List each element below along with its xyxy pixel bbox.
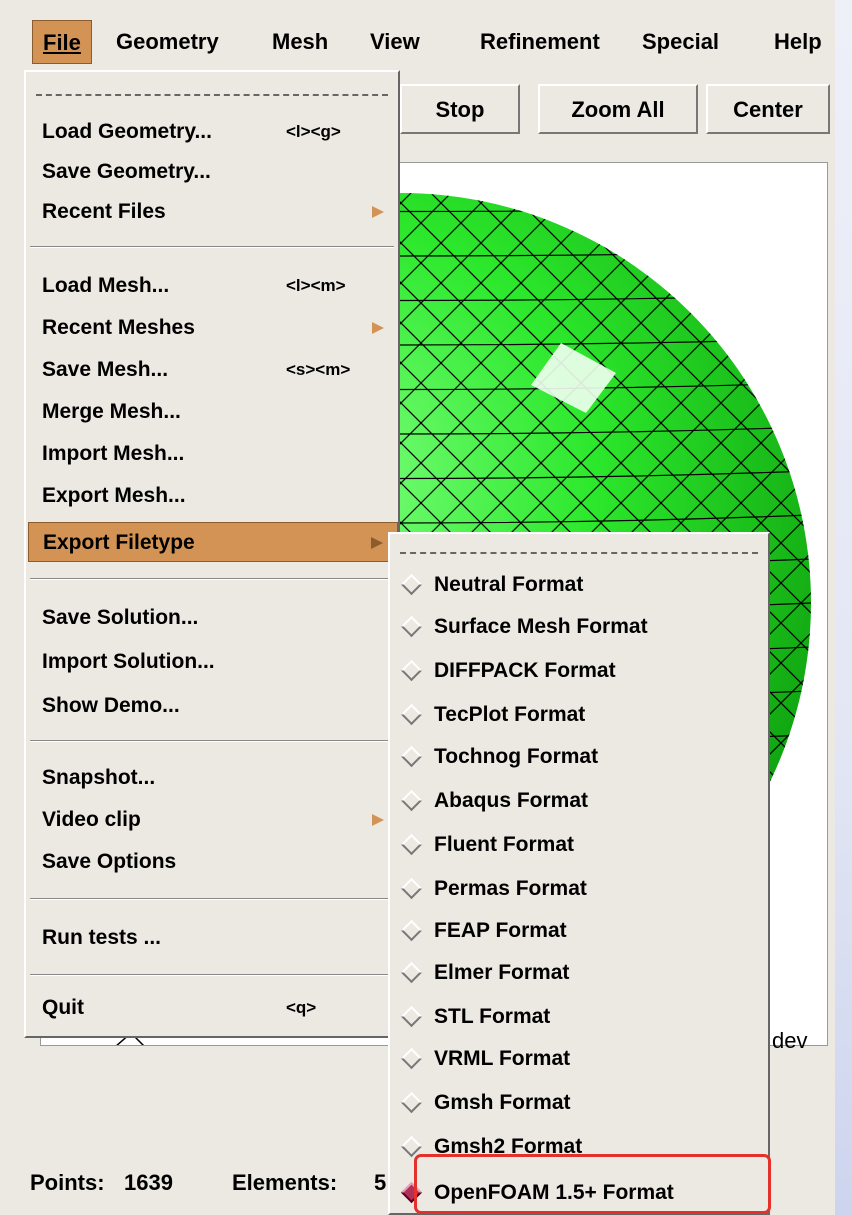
center-button[interactable]: Center bbox=[706, 84, 830, 134]
format-option-label: Abaqus Format bbox=[434, 789, 589, 812]
menu-item-export-mesh[interactable]: Export Mesh... bbox=[28, 476, 398, 516]
radio-icon bbox=[400, 659, 423, 682]
menu-item-recent-files[interactable]: Recent Files bbox=[28, 192, 398, 232]
format-option-label: Gmsh Format bbox=[434, 1091, 571, 1114]
menu-separator bbox=[30, 578, 394, 580]
format-option-label: Tochnog Format bbox=[434, 745, 599, 768]
radio-icon bbox=[400, 833, 423, 856]
menu-item-save-mesh[interactable]: Save Mesh... <s><m> bbox=[28, 350, 398, 390]
export-filetype-submenu: Neutral Format Surface Mesh Format DIFFPAC… bbox=[388, 532, 770, 1215]
zoom-all-button[interactable]: Zoom All bbox=[538, 84, 698, 134]
elements-label: Elements: bbox=[232, 1170, 338, 1195]
menu-special[interactable]: Special bbox=[632, 20, 729, 64]
format-option[interactable]: Abaqus Format bbox=[392, 780, 768, 822]
radio-icon bbox=[400, 919, 423, 942]
radio-icon bbox=[400, 877, 423, 900]
format-option-label: Elmer Format bbox=[434, 961, 570, 984]
menu-item-import-solution[interactable]: Import Solution... bbox=[28, 642, 398, 682]
format-option[interactable]: FEAP Format bbox=[392, 910, 768, 952]
format-option[interactable]: VRML Format bbox=[392, 1038, 768, 1080]
menu-separator bbox=[30, 974, 394, 976]
format-option-label: FEAP Format bbox=[434, 919, 567, 942]
viewport-corner-text: dev bbox=[772, 1028, 808, 1053]
format-option-label: VRML Format bbox=[434, 1047, 571, 1070]
netgen-window: File Geometry Mesh View Refinement Speci… bbox=[0, 0, 835, 1215]
submenu-arrow-icon bbox=[371, 537, 383, 549]
format-option[interactable]: Surface Mesh Format bbox=[392, 606, 768, 648]
menu-item-load-geometry[interactable]: Load Geometry... <l><g> bbox=[28, 112, 398, 152]
menu-refinement[interactable]: Refinement bbox=[470, 20, 610, 64]
radio-icon bbox=[400, 703, 423, 726]
format-option-label: Surface Mesh Format bbox=[434, 615, 648, 638]
menu-separator bbox=[30, 898, 394, 900]
format-option[interactable]: Permas Format bbox=[392, 868, 768, 910]
stop-button[interactable]: Stop bbox=[400, 84, 520, 134]
format-option[interactable]: TecPlot Format bbox=[392, 694, 768, 736]
submenu-arrow-icon bbox=[372, 814, 384, 826]
menubar: File Geometry Mesh View Refinement Speci… bbox=[0, 0, 835, 72]
selected-format-callout bbox=[414, 1154, 771, 1214]
menu-help[interactable]: Help bbox=[764, 20, 832, 64]
menu-item-merge-mesh[interactable]: Merge Mesh... bbox=[28, 392, 398, 432]
menu-separator bbox=[30, 246, 394, 248]
menu-file[interactable]: File bbox=[32, 20, 92, 64]
menu-view[interactable]: View bbox=[360, 20, 430, 64]
menu-item-export-filetype[interactable]: Export Filetype bbox=[28, 522, 398, 562]
format-option[interactable]: Elmer Format bbox=[392, 952, 768, 994]
menu-item-save-options[interactable]: Save Options bbox=[28, 842, 398, 882]
format-option-label: TecPlot Format bbox=[434, 703, 586, 726]
menu-geometry[interactable]: Geometry bbox=[106, 20, 229, 64]
radio-icon bbox=[400, 1091, 423, 1114]
menu-separator bbox=[30, 740, 394, 742]
submenu-arrow-icon bbox=[372, 206, 384, 218]
menu-item-recent-meshes[interactable]: Recent Meshes bbox=[28, 308, 398, 348]
format-option[interactable]: Tochnog Format bbox=[392, 736, 768, 778]
format-option[interactable]: STL Format bbox=[392, 996, 768, 1038]
menu-item-save-solution[interactable]: Save Solution... bbox=[28, 598, 398, 638]
format-option[interactable]: Fluent Format bbox=[392, 824, 768, 866]
points-label: Points: bbox=[30, 1170, 105, 1195]
radio-icon bbox=[400, 573, 423, 596]
format-option-label: Permas Format bbox=[434, 877, 587, 900]
menu-item-show-demo[interactable]: Show Demo... bbox=[28, 686, 398, 726]
format-option[interactable]: Neutral Format bbox=[392, 564, 768, 606]
menu-tearoff[interactable] bbox=[36, 94, 388, 96]
menu-mesh[interactable]: Mesh bbox=[262, 20, 338, 64]
submenu-arrow-icon bbox=[372, 322, 384, 334]
radio-icon bbox=[400, 789, 423, 812]
points-value: 1639 bbox=[124, 1170, 173, 1195]
menu-item-import-mesh[interactable]: Import Mesh... bbox=[28, 434, 398, 474]
file-menu: Load Geometry... <l><g> Save Geometry... … bbox=[24, 70, 400, 1038]
menu-item-snapshot[interactable]: Snapshot... bbox=[28, 758, 398, 798]
format-option-label: Fluent Format bbox=[434, 833, 574, 856]
menu-item-quit[interactable]: Quit <q> bbox=[28, 988, 398, 1028]
radio-icon bbox=[400, 961, 423, 984]
menu-item-video-clip[interactable]: Video clip bbox=[28, 800, 398, 840]
format-option[interactable]: DIFFPACK Format bbox=[392, 650, 768, 692]
format-option-label: DIFFPACK Format bbox=[434, 659, 616, 682]
radio-icon bbox=[400, 1005, 423, 1028]
radio-icon bbox=[400, 1047, 423, 1070]
format-option-label: Neutral Format bbox=[434, 573, 584, 596]
menu-item-load-mesh[interactable]: Load Mesh... <l><m> bbox=[28, 266, 398, 306]
menu-item-run-tests[interactable]: Run tests ... bbox=[28, 918, 398, 958]
format-option-label: STL Format bbox=[434, 1005, 551, 1028]
elements-value: 5 bbox=[374, 1170, 387, 1195]
submenu-tearoff[interactable] bbox=[400, 552, 758, 554]
radio-icon bbox=[400, 745, 423, 768]
format-option[interactable]: Gmsh Format bbox=[392, 1082, 768, 1124]
menu-item-save-geometry[interactable]: Save Geometry... bbox=[28, 152, 398, 192]
radio-icon bbox=[400, 615, 423, 638]
